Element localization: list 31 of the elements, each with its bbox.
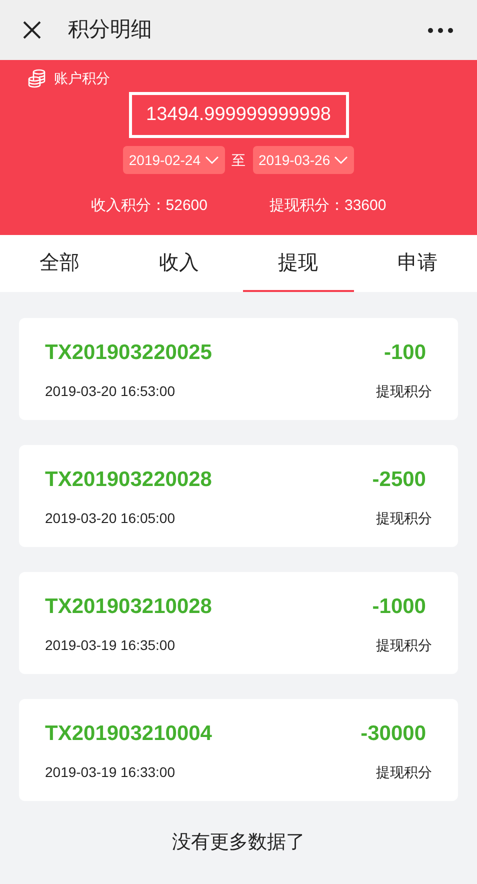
record-id: TX201903220028 (45, 467, 212, 493)
date-separator: 至 (232, 150, 246, 170)
record-time: 2019-03-20 16:53:00 (45, 382, 175, 400)
filter-tab[interactable]: 提现 (242, 235, 354, 292)
record-time: 2019-03-20 16:05:00 (45, 508, 175, 528)
record-time: 2019-03-19 16:35:00 (45, 636, 175, 654)
record-amount: -1000 (372, 594, 426, 620)
filter-tab[interactable]: 收入 (123, 235, 234, 292)
record-amount: -30000 (360, 721, 426, 747)
record-type: 提现积分 (376, 382, 432, 400)
filter-tab[interactable]: 申请 (362, 235, 473, 292)
record-id: TX201903220025 (45, 340, 212, 366)
balance-value: 13494.999999999998 (128, 92, 348, 138)
record-type: 提现积分 (376, 508, 432, 528)
record-id: TX201903210004 (45, 721, 212, 747)
account-label: 账户积分 (54, 69, 110, 88)
income-total: 收入积分：52600 (90, 196, 208, 216)
withdraw-total: 提现积分：33600 (270, 196, 386, 216)
chevron-down-icon (204, 156, 218, 164)
chevron-down-icon (334, 156, 348, 164)
record-id: TX201903210028 (45, 594, 212, 620)
close-icon (22, 20, 42, 40)
record-type: 提现积分 (376, 762, 432, 782)
filter-tab[interactable]: 全部 (4, 235, 116, 292)
page-title: 积分明细 (68, 17, 152, 44)
record-type: 提现积分 (376, 636, 432, 654)
record-amount: -100 (384, 340, 426, 366)
record-amount: -2500 (372, 467, 426, 493)
record-time: 2019-03-19 16:33:00 (45, 762, 175, 782)
coins-icon (28, 69, 46, 88)
no-more-data-text: 没有更多数据了 (172, 831, 305, 855)
